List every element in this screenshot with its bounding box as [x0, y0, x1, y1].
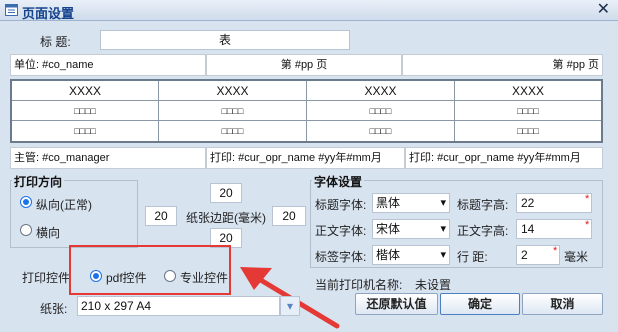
close-icon[interactable]: ✕ [597, 1, 610, 19]
print-cell-2[interactable]: 打印: #cur_opr_name #yy年#mm月 [405, 147, 603, 169]
margin-top-input[interactable]: 20 [210, 183, 242, 203]
table-header: XXXX [12, 81, 159, 101]
body-font-value: 宋体 [376, 222, 401, 236]
paper-label: 纸张: [40, 302, 68, 316]
title-height-label: 标题字高: [457, 198, 509, 212]
window-title: 页面设置 [22, 6, 75, 21]
chevron-down-icon[interactable]: ▾ [280, 296, 300, 316]
table-header: XXXX [455, 81, 601, 101]
portrait-radio[interactable] [20, 196, 32, 208]
title-font-value: 黑体 [376, 196, 401, 210]
tag-font-value: 楷体 [376, 248, 401, 262]
title-label: 标 题: [40, 35, 71, 49]
chevron-down-icon: ▾ [440, 197, 446, 209]
landscape-radio[interactable] [20, 224, 32, 236]
portrait-label[interactable]: 纵向(正常) [36, 196, 92, 213]
body-font-label: 正文字体: [315, 224, 367, 238]
line-spacing-unit: 毫米 [564, 250, 589, 264]
font-settings-legend: 字体设置 [312, 173, 365, 190]
chevron-down-icon: ▾ [440, 223, 446, 235]
orientation-legend: 打印方向 [12, 173, 65, 190]
printer-label: 当前打印机名称: [315, 278, 403, 292]
landscape-label[interactable]: 横向 [36, 224, 60, 241]
line-spacing-label: 行 距: [457, 250, 488, 264]
paper-select[interactable]: 210 x 297 A4 [77, 296, 280, 316]
page-right-cell[interactable]: 第 #pp 页 [402, 54, 603, 76]
margin-label: 纸张边距(毫米) [186, 211, 266, 225]
table-cell: □□□□ [455, 101, 601, 121]
page-setup-icon [5, 4, 18, 16]
title-font-select[interactable]: 黑体 ▾ [372, 193, 450, 213]
required-star: * [585, 219, 590, 231]
restore-defaults-button[interactable]: 还原默认值 [355, 293, 438, 315]
table-cell: □□□□ [307, 101, 455, 121]
printer-value: 未设置 [415, 278, 452, 292]
table-header: XXXX [159, 81, 307, 101]
required-star: * [553, 245, 558, 257]
body-height-label: 正文字高: [457, 224, 509, 238]
required-star: * [585, 193, 590, 205]
sample-table: XXXX XXXX XXXX XXXX □□□□ □□□□ □□□□ □□□□ … [10, 79, 603, 143]
table-header: XXXX [307, 81, 455, 101]
table-cell: □□□□ [159, 121, 307, 141]
pdf-control-radio[interactable] [90, 270, 102, 282]
orientation-group [10, 180, 138, 248]
margin-right-input[interactable]: 20 [272, 206, 306, 226]
table-cell: □□□□ [517, 126, 539, 136]
title-input[interactable]: 表 [100, 30, 350, 50]
title-bar: 页面设置 ✕ [0, 0, 618, 21]
page-center-cell[interactable]: 第 #pp 页 [206, 54, 402, 76]
paper-value: 210 x 297 A4 [81, 299, 152, 313]
title-font-label: 标题字体: [315, 198, 367, 212]
pro-control-radio[interactable] [164, 270, 176, 282]
cancel-button[interactable]: 取消 [522, 293, 603, 315]
chevron-down-icon: ▾ [440, 249, 446, 261]
unit-cell[interactable]: 单位: #co_name [10, 54, 206, 76]
manager-cell[interactable]: 主管: #co_manager [10, 147, 206, 169]
table-cell: □□□□ [12, 121, 159, 141]
body-height-input[interactable]: 14 [516, 219, 592, 239]
print-control-label: 打印控件 [22, 271, 71, 285]
print-cell-1[interactable]: 打印: #cur_opr_name #yy年#mm月 [206, 147, 405, 169]
pdf-control-label[interactable]: pdf控件 [106, 269, 147, 286]
margin-left-input[interactable]: 20 [145, 206, 177, 226]
body-font-select[interactable]: 宋体 ▾ [372, 219, 450, 239]
table-cell: □□□□ [12, 101, 159, 121]
ok-button[interactable]: 确定 [440, 293, 520, 315]
table-cell: □□□□ [159, 101, 307, 121]
pro-control-label[interactable]: 专业控件 [180, 269, 228, 286]
tag-font-select[interactable]: 楷体 ▾ [372, 245, 450, 265]
title-height-input[interactable]: 22 [516, 193, 592, 213]
table-cell: □□□□ [307, 121, 455, 141]
